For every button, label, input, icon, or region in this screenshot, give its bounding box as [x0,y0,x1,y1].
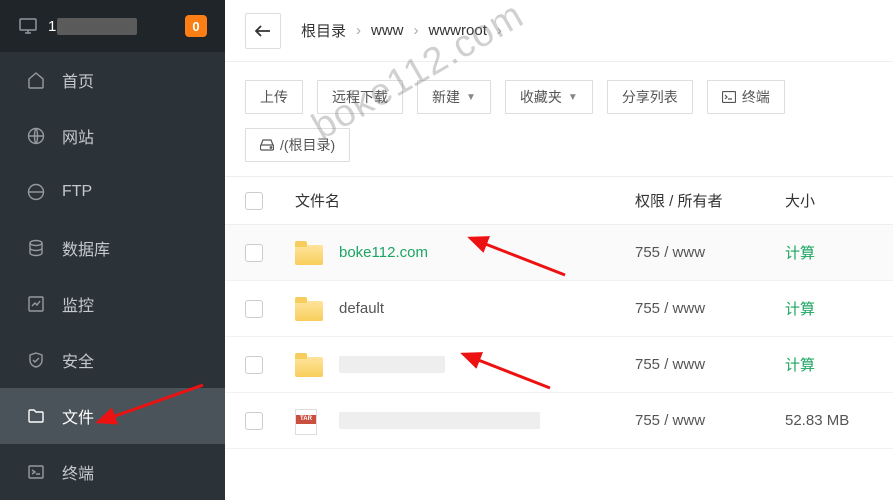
sidebar-item-label: 文件 [62,404,94,428]
sidebar-item-ftp[interactable]: FTP [0,164,225,220]
share-list-button[interactable]: 分享列表 [607,80,693,114]
notification-badge[interactable]: 0 [185,15,207,37]
back-button[interactable] [245,13,281,49]
crumb-wwwroot[interactable]: wwwroot [425,22,491,39]
row-checkbox[interactable] [245,412,263,430]
remote-download-button[interactable]: 远程下载 [317,80,403,114]
terminal-icon [26,462,46,482]
breadcrumb: 根目录 › www › wwwroot › [225,0,893,62]
toolbar: 上传 远程下载 新建▼ 收藏夹▼ 分享列表 终端 /(根目录) [225,62,893,177]
sidebar-item-website[interactable]: 网站 [0,108,225,164]
file-permission: 755 / www [635,412,785,429]
disk-icon [260,139,274,151]
sidebar-item-label: 终端 [62,460,94,484]
table-row[interactable]: ~~~~~~~~~~~~~~~~~~~~~~ 755 / www52.83 MB [225,393,893,449]
server-ip: 1xxxxxxxx [48,18,137,35]
file-size: 52.83 MB [785,412,875,429]
file-name: w~~~~~~~~~g [339,356,445,373]
chart-icon [26,294,46,314]
home-icon [26,70,46,90]
row-checkbox[interactable] [245,356,263,374]
file-name: ~~~~~~~~~~~~~~~~~~~~~~ [339,412,540,429]
sidebar-item-label: FTP [62,183,92,201]
shield-icon [26,350,46,370]
sidebar-item-security[interactable]: 安全 [0,332,225,388]
chevron-down-icon: ▼ [568,92,578,103]
chevron-right-icon: › [497,22,502,39]
table-row[interactable]: default 755 / www计算 [225,281,893,337]
row-checkbox[interactable] [245,244,263,262]
sidebar-item-label: 首页 [62,68,94,92]
file-size: 计算 [785,298,875,319]
folder-icon [295,241,323,265]
column-permission[interactable]: 权限 / 所有者 [635,190,785,211]
favorites-button[interactable]: 收藏夹▼ [505,80,593,114]
table-header: 文件名 权限 / 所有者 大小 [225,177,893,225]
crumb-www[interactable]: www [367,22,408,39]
sidebar-item-terminal[interactable]: 终端 [0,444,225,500]
sidebar-item-files[interactable]: 文件 [0,388,225,444]
column-name[interactable]: 文件名 [295,190,635,211]
file-list: boke112.com755 / www计算default755 / www计算… [225,225,893,449]
folder-icon [295,353,323,377]
folder-icon [295,297,323,321]
file-permission: 755 / www [635,356,785,373]
file-permission: 755 / www [635,300,785,317]
sidebar-item-label: 监控 [62,292,94,316]
crumb-root[interactable]: 根目录 [297,20,350,41]
terminal-icon [722,91,736,103]
select-all-checkbox[interactable] [245,192,263,210]
sidebar-item-monitor[interactable]: 监控 [0,276,225,332]
chevron-right-icon: › [356,22,361,39]
main-panel: 根目录 › www › wwwroot › 上传 远程下载 新建▼ 收藏夹▼ 分… [225,0,893,500]
sidebar-header: 1xxxxxxxx 0 [0,0,225,52]
table-row[interactable]: w~~~~~~~~~g 755 / www计算 [225,337,893,393]
disk-root-button[interactable]: /(根目录) [245,128,350,162]
new-button[interactable]: 新建▼ [417,80,491,114]
sidebar-item-database[interactable]: 数据库 [0,220,225,276]
globe-icon [26,126,46,146]
file-size: 计算 [785,354,875,375]
file-name: default [339,300,384,317]
folder-icon [26,406,46,426]
sidebar-item-home[interactable]: 首页 [0,52,225,108]
chevron-down-icon: ▼ [466,92,476,103]
file-size: 计算 [785,242,875,263]
database-icon [26,238,46,258]
row-checkbox[interactable] [245,300,263,318]
table-row[interactable]: boke112.com 755 / www计算 [225,225,893,281]
monitor-icon [18,16,38,36]
file-name: boke112.com [339,244,428,261]
sidebar-item-label: 网站 [62,124,94,148]
terminal-button[interactable]: 终端 [707,80,785,114]
upload-button[interactable]: 上传 [245,80,303,114]
ftp-icon [26,182,46,202]
sidebar-item-label: 安全 [62,348,94,372]
sidebar-item-label: 数据库 [62,236,110,260]
file-permission: 755 / www [635,244,785,261]
column-size[interactable]: 大小 [785,190,875,211]
archive-icon [295,409,323,433]
sidebar: 1xxxxxxxx 0 首页 网站 FTP 数据库 监控 安全 文件 终端 [0,0,225,500]
chevron-right-icon: › [414,22,419,39]
